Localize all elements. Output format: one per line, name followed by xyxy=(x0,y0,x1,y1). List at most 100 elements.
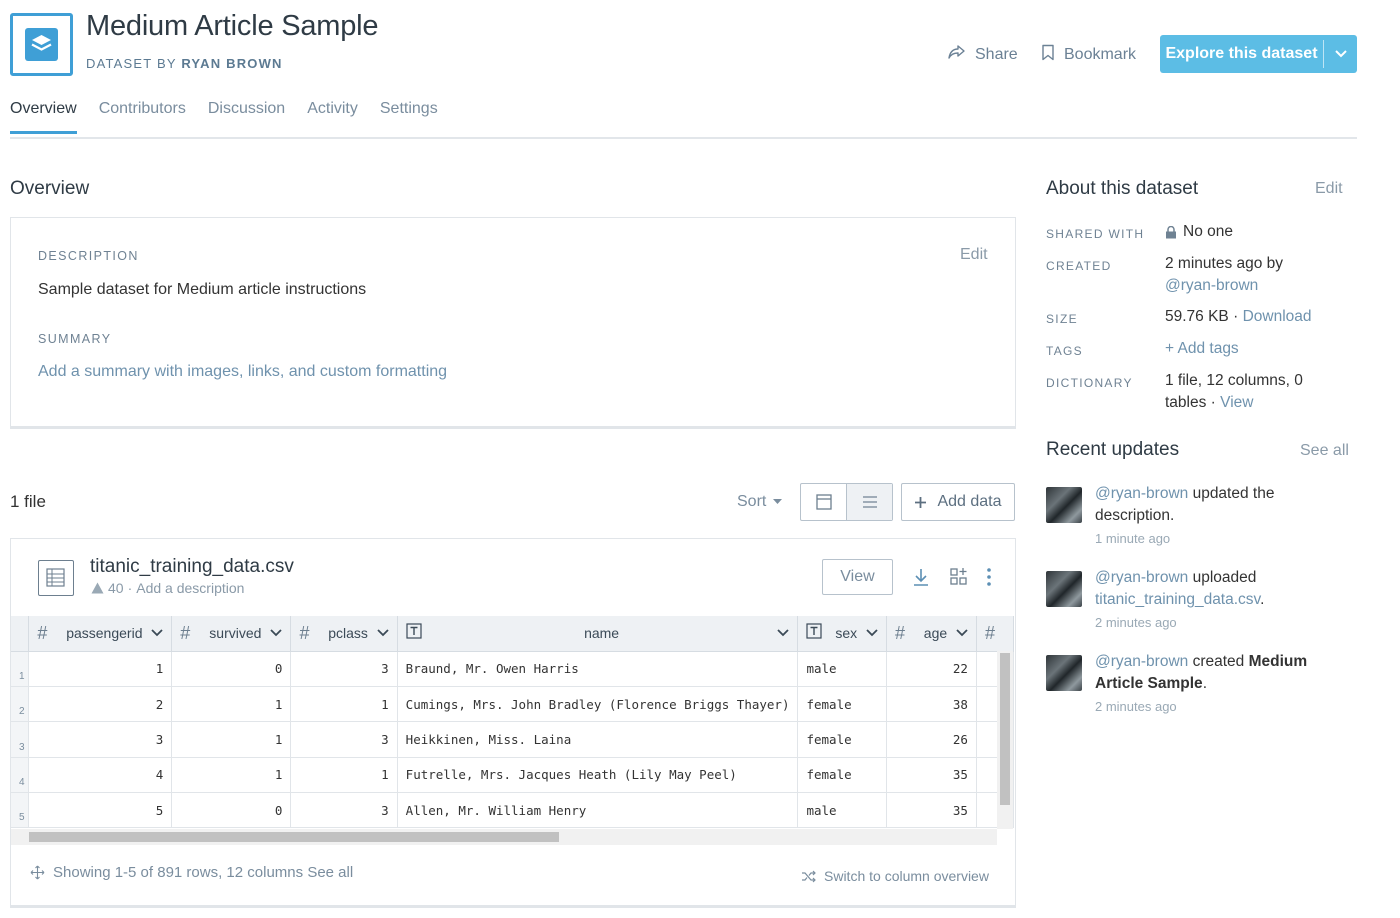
table-cell[interactable]: 4 xyxy=(28,757,173,794)
table-cell[interactable]: 0 xyxy=(171,651,292,687)
bookmark-button[interactable]: Bookmark xyxy=(1041,44,1136,66)
table-cell[interactable]: 0 xyxy=(171,792,292,829)
tab-contributors[interactable]: Contributors xyxy=(99,100,186,134)
table-cell[interactable]: 5 xyxy=(28,792,173,829)
table-row: 2 2 1 1 Cumings, Mrs. John Bradley (Florence… xyxy=(11,686,1014,723)
file-meta-count: 40 xyxy=(108,580,124,596)
tab-settings[interactable]: Settings xyxy=(380,100,438,134)
uploaded-file-link[interactable]: titanic_training_data.csv xyxy=(1095,591,1260,608)
table-row: 3 3 1 3 Heikkinen, Miss. Laina female 26 xyxy=(11,721,1014,758)
column-header-next[interactable]: # xyxy=(976,616,1014,652)
table-cell[interactable]: 3 xyxy=(28,721,173,758)
chevron-down-icon[interactable] xyxy=(270,629,283,637)
vertical-scroll-thumb[interactable] xyxy=(1000,653,1010,805)
explore-label[interactable]: Explore this dataset xyxy=(1160,45,1323,63)
table-cell[interactable]: 3 xyxy=(290,651,398,687)
horizontal-scrollbar[interactable] xyxy=(11,829,997,845)
switch-column-overview-link[interactable]: Switch to column overview xyxy=(801,868,989,884)
table-cell[interactable]: 1 xyxy=(28,651,173,687)
table-cell[interactable]: 1 xyxy=(171,686,292,723)
table-cell[interactable]: 1 xyxy=(290,757,398,794)
download-icon[interactable] xyxy=(911,567,931,590)
share-button[interactable]: Share xyxy=(948,44,1018,65)
update-user-link[interactable]: @ryan-brown xyxy=(1095,653,1188,670)
table-cell[interactable]: Braund, Mr. Owen Harris xyxy=(397,651,799,687)
add-summary-link[interactable]: Add a summary with images, links, and cu… xyxy=(38,363,447,381)
avatar[interactable] xyxy=(1046,655,1082,691)
horizontal-scroll-thumb[interactable] xyxy=(29,832,559,842)
table-cell[interactable]: 26 xyxy=(886,721,977,758)
table-cell[interactable]: 1 xyxy=(171,757,292,794)
chevron-down-icon[interactable] xyxy=(1324,50,1357,58)
table-cell[interactable]: Allen, Mr. William Henry xyxy=(397,792,799,829)
dataset-logo xyxy=(10,13,73,76)
list-view-button[interactable] xyxy=(846,484,892,520)
table-cell[interactable]: Heikkinen, Miss. Laina xyxy=(397,721,799,758)
add-data-button[interactable]: Add data xyxy=(901,483,1015,521)
description-edit-link[interactable]: Edit xyxy=(960,246,988,264)
chevron-down-icon[interactable] xyxy=(956,629,968,637)
about-edit-link[interactable]: Edit xyxy=(1315,180,1343,198)
view-file-button[interactable]: View xyxy=(822,559,893,595)
tab-discussion[interactable]: Discussion xyxy=(208,100,285,134)
add-tags-link[interactable]: + Add tags xyxy=(1165,338,1239,360)
table-cell[interactable]: male xyxy=(797,651,887,687)
more-options-icon[interactable] xyxy=(985,567,993,590)
add-file-description-link[interactable]: Add a description xyxy=(136,580,244,596)
row-number: 1 xyxy=(11,651,30,687)
chevron-down-icon[interactable] xyxy=(377,629,389,637)
file-name[interactable]: titanic_training_data.csv xyxy=(90,556,294,578)
card-view-button[interactable] xyxy=(801,484,846,520)
row-count-footer: Showing 1-5 of 891 rows, 12 columns See … xyxy=(30,864,353,881)
dictionary-view-link[interactable]: View xyxy=(1220,394,1253,411)
column-header-survived[interactable]: # survived xyxy=(171,616,292,652)
column-header-age[interactable]: # age xyxy=(886,616,977,652)
shared-with-label: SHARED WITH xyxy=(1046,227,1145,241)
update-user-link[interactable]: @ryan-brown xyxy=(1095,485,1188,502)
switch-label: Switch to column overview xyxy=(824,868,989,884)
bookmark-icon xyxy=(1041,44,1055,66)
table-cell[interactable]: Cumings, Mrs. John Bradley (Florence Bri… xyxy=(397,686,799,723)
update-item: @ryan-brown updated the description. xyxy=(1095,485,1275,524)
update-user-link[interactable]: @ryan-brown xyxy=(1095,569,1188,586)
column-header-pclass[interactable]: # pclass xyxy=(290,616,398,652)
creator-link[interactable]: @ryan-brown xyxy=(1165,275,1283,297)
vertical-scrollbar[interactable] xyxy=(997,651,1013,829)
avatar[interactable] xyxy=(1046,487,1082,523)
table-cell[interactable]: 35 xyxy=(886,757,977,794)
table-cell[interactable]: 3 xyxy=(290,792,398,829)
download-link[interactable]: Download xyxy=(1243,308,1312,325)
explore-dataset-button[interactable]: Explore this dataset xyxy=(1160,35,1357,73)
table-header-row: # passengerid # survived # pclass name sex … xyxy=(11,616,1014,652)
table-cell[interactable]: 2 xyxy=(28,686,173,723)
table-cell[interactable]: male xyxy=(797,792,887,829)
tab-overview[interactable]: Overview xyxy=(10,100,77,134)
description-label: DESCRIPTION xyxy=(38,249,139,263)
chevron-down-icon[interactable] xyxy=(866,629,878,637)
table-cell[interactable]: Futrelle, Mrs. Jacques Heath (Lily May P… xyxy=(397,757,799,794)
column-layout-icon[interactable] xyxy=(949,567,969,590)
see-all-updates-link[interactable]: See all xyxy=(1300,442,1349,460)
table-cell[interactable]: female xyxy=(797,757,887,794)
see-all-rows-link[interactable]: See all xyxy=(307,864,353,881)
table-cell[interactable]: 22 xyxy=(886,651,977,687)
table-cell[interactable]: 3 xyxy=(290,721,398,758)
column-header-name[interactable]: name xyxy=(397,616,799,652)
table-cell[interactable]: female xyxy=(797,721,887,758)
sort-dropdown[interactable]: Sort xyxy=(737,493,782,511)
owner-name[interactable]: RYAN BROWN xyxy=(181,56,282,71)
avatar[interactable] xyxy=(1046,571,1082,607)
table-cell[interactable]: 1 xyxy=(290,686,398,723)
table-cell[interactable]: 1 xyxy=(171,721,292,758)
column-header-passengerid[interactable]: # passengerid xyxy=(28,616,173,652)
table-cell[interactable]: 38 xyxy=(886,686,977,723)
bookmark-label: Bookmark xyxy=(1064,46,1137,63)
table-cell[interactable]: female xyxy=(797,686,887,723)
column-header-sex[interactable]: sex xyxy=(797,616,887,652)
files-count: 1 file xyxy=(10,492,46,511)
table-cell[interactable]: 35 xyxy=(886,792,977,829)
chevron-down-icon[interactable] xyxy=(151,629,163,637)
tab-activity[interactable]: Activity xyxy=(307,100,358,134)
table-row: 4 4 1 1 Futrelle, Mrs. Jacques Heath (Lily M… xyxy=(11,757,1014,794)
chevron-down-icon[interactable] xyxy=(777,629,790,637)
